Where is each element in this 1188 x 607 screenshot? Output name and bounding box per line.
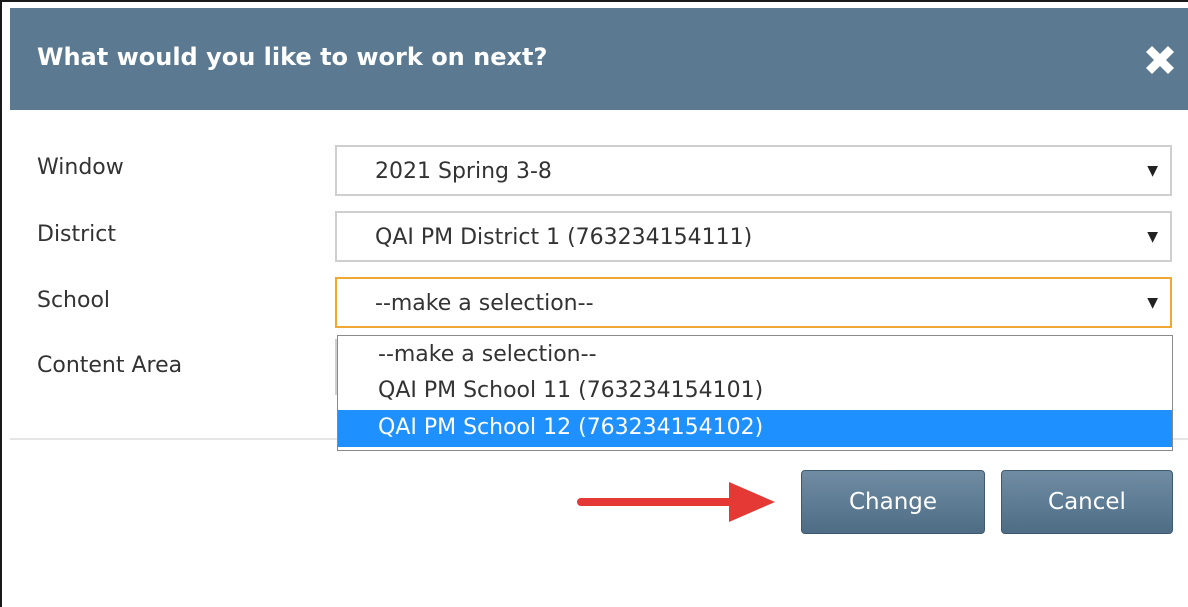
dialog-header: What would you like to work on next? — [10, 8, 1188, 110]
dropdown-option[interactable]: QAI PM School 11 (763234154101) — [338, 373, 1172, 410]
dropdown-option[interactable]: --make a selection-- — [338, 337, 1172, 374]
district-select[interactable]: QAI PM District 1 (763234154111) ▼ — [335, 211, 1172, 262]
close-icon[interactable] — [1138, 38, 1182, 82]
dropdown-option-highlighted[interactable]: QAI PM School 12 (763234154102) — [338, 410, 1172, 447]
chevron-down-icon: ▼ — [1147, 295, 1158, 311]
school-select[interactable]: --make a selection-- ▼ — [335, 277, 1172, 328]
content-area-label: Content Area — [37, 353, 183, 378]
school-select-value: --make a selection-- — [375, 291, 594, 316]
school-label: School — [37, 288, 111, 313]
window-select[interactable]: 2021 Spring 3-8 ▼ — [335, 145, 1172, 196]
district-select-value: QAI PM District 1 (763234154111) — [375, 225, 753, 250]
chevron-down-icon: ▼ — [1147, 163, 1158, 179]
chevron-down-icon: ▼ — [1147, 229, 1158, 245]
window-select-value: 2021 Spring 3-8 — [375, 159, 552, 184]
arrow-icon — [577, 482, 775, 522]
district-label: District — [37, 222, 117, 247]
dialog-title: What would you like to work on next? — [37, 43, 548, 71]
change-button[interactable]: Change — [801, 470, 985, 534]
work-next-dialog: What would you like to work on next? Win… — [0, 0, 1188, 607]
school-dropdown-list: --make a selection-- QAI PM School 11 (7… — [337, 335, 1173, 451]
cancel-button[interactable]: Cancel — [1001, 470, 1173, 534]
window-label: Window — [37, 155, 124, 180]
